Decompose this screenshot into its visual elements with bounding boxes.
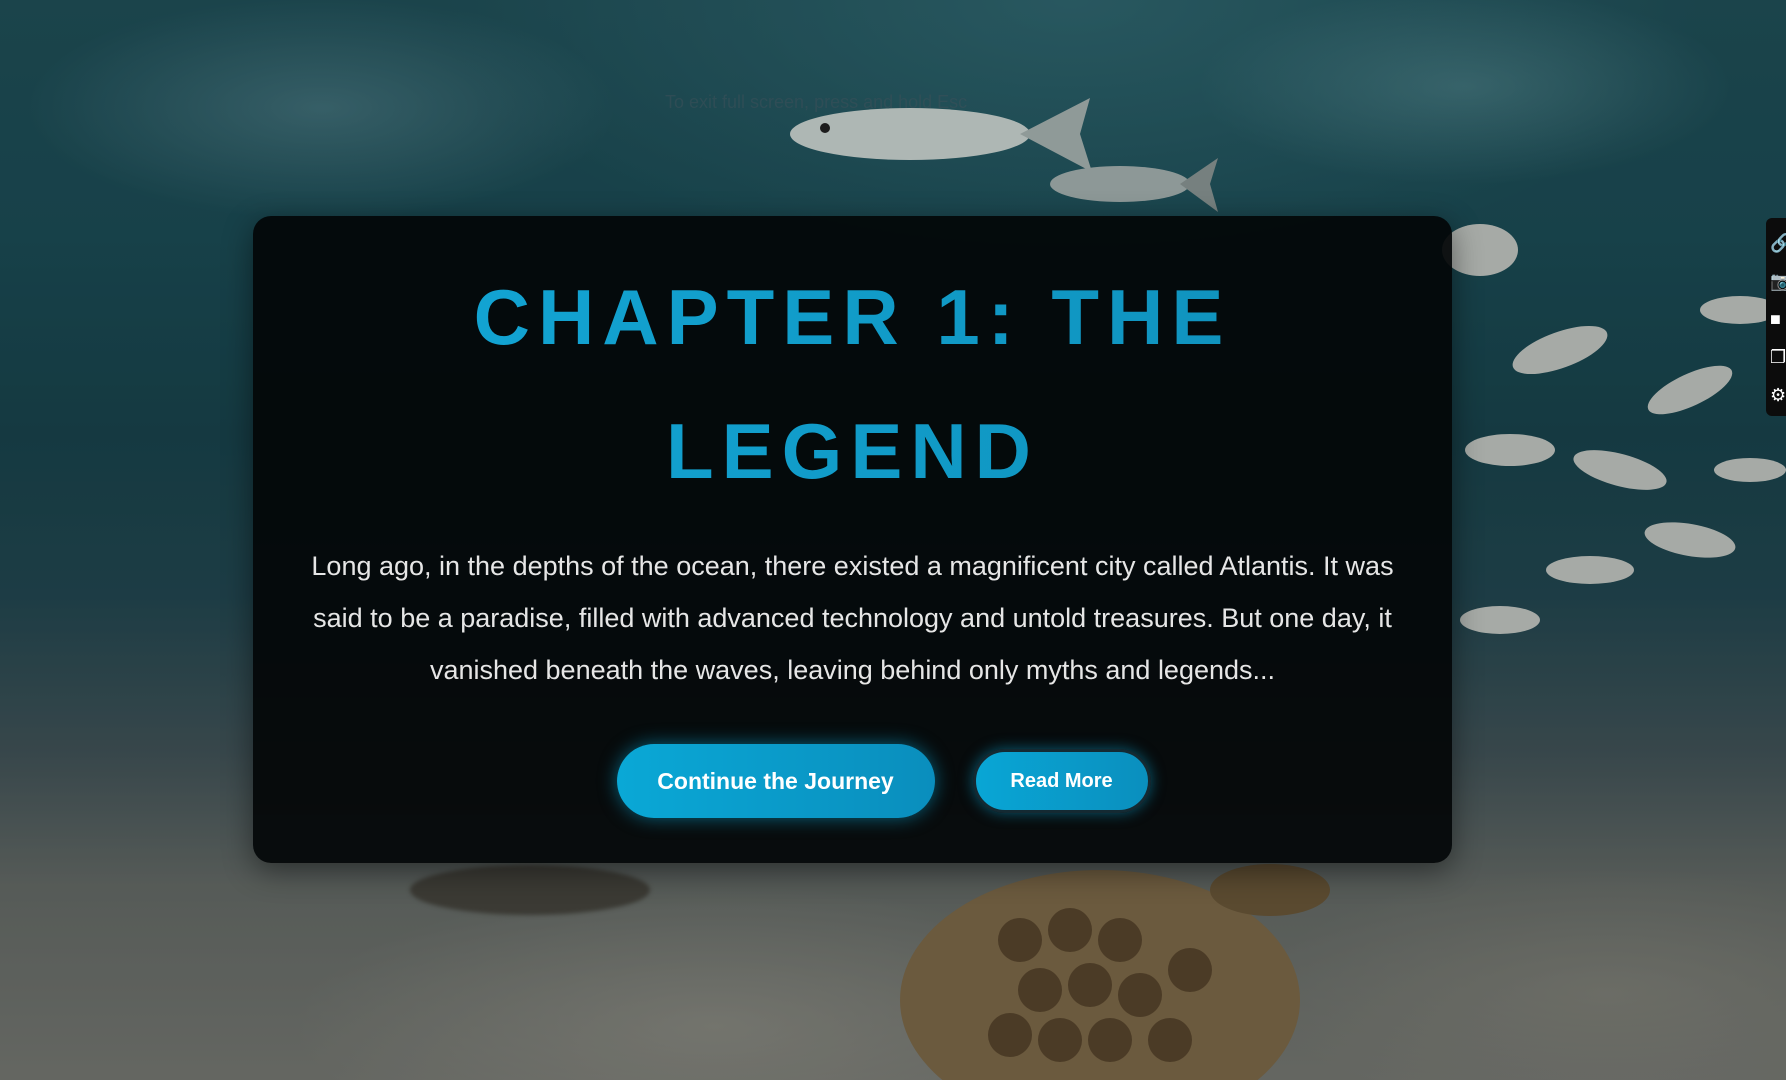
card-actions: Continue the Journey Read More xyxy=(253,744,1452,818)
continue-journey-button[interactable]: Continue the Journey xyxy=(616,744,935,818)
chapter-card: CHAPTER 1: THE LEGEND Long ago, in the d… xyxy=(253,216,1452,863)
chapter-body-text: Long ago, in the depths of the ocean, th… xyxy=(311,551,1394,685)
copy-icon[interactable]: ❐ xyxy=(1770,338,1786,376)
sea-turtle-image xyxy=(900,864,1330,1080)
chapter-title: CHAPTER 1: THE LEGEND xyxy=(253,250,1452,518)
link-icon[interactable]: 🔗 xyxy=(1770,224,1786,262)
fullscreen-hint: To exit full screen, press and hold Esc xyxy=(665,92,968,112)
gear-icon[interactable]: ⚙ xyxy=(1770,376,1786,414)
square-icon[interactable]: ■ xyxy=(1770,300,1786,338)
fish-image xyxy=(1050,158,1218,212)
camera-icon[interactable]: 📷 xyxy=(1770,262,1786,300)
rock-shape xyxy=(410,865,650,915)
fish-school-image xyxy=(1442,224,1786,634)
read-more-button[interactable]: Read More xyxy=(972,749,1151,813)
side-tool-strip: 🔗 📷 ■ ❐ ⚙ xyxy=(1766,218,1786,416)
